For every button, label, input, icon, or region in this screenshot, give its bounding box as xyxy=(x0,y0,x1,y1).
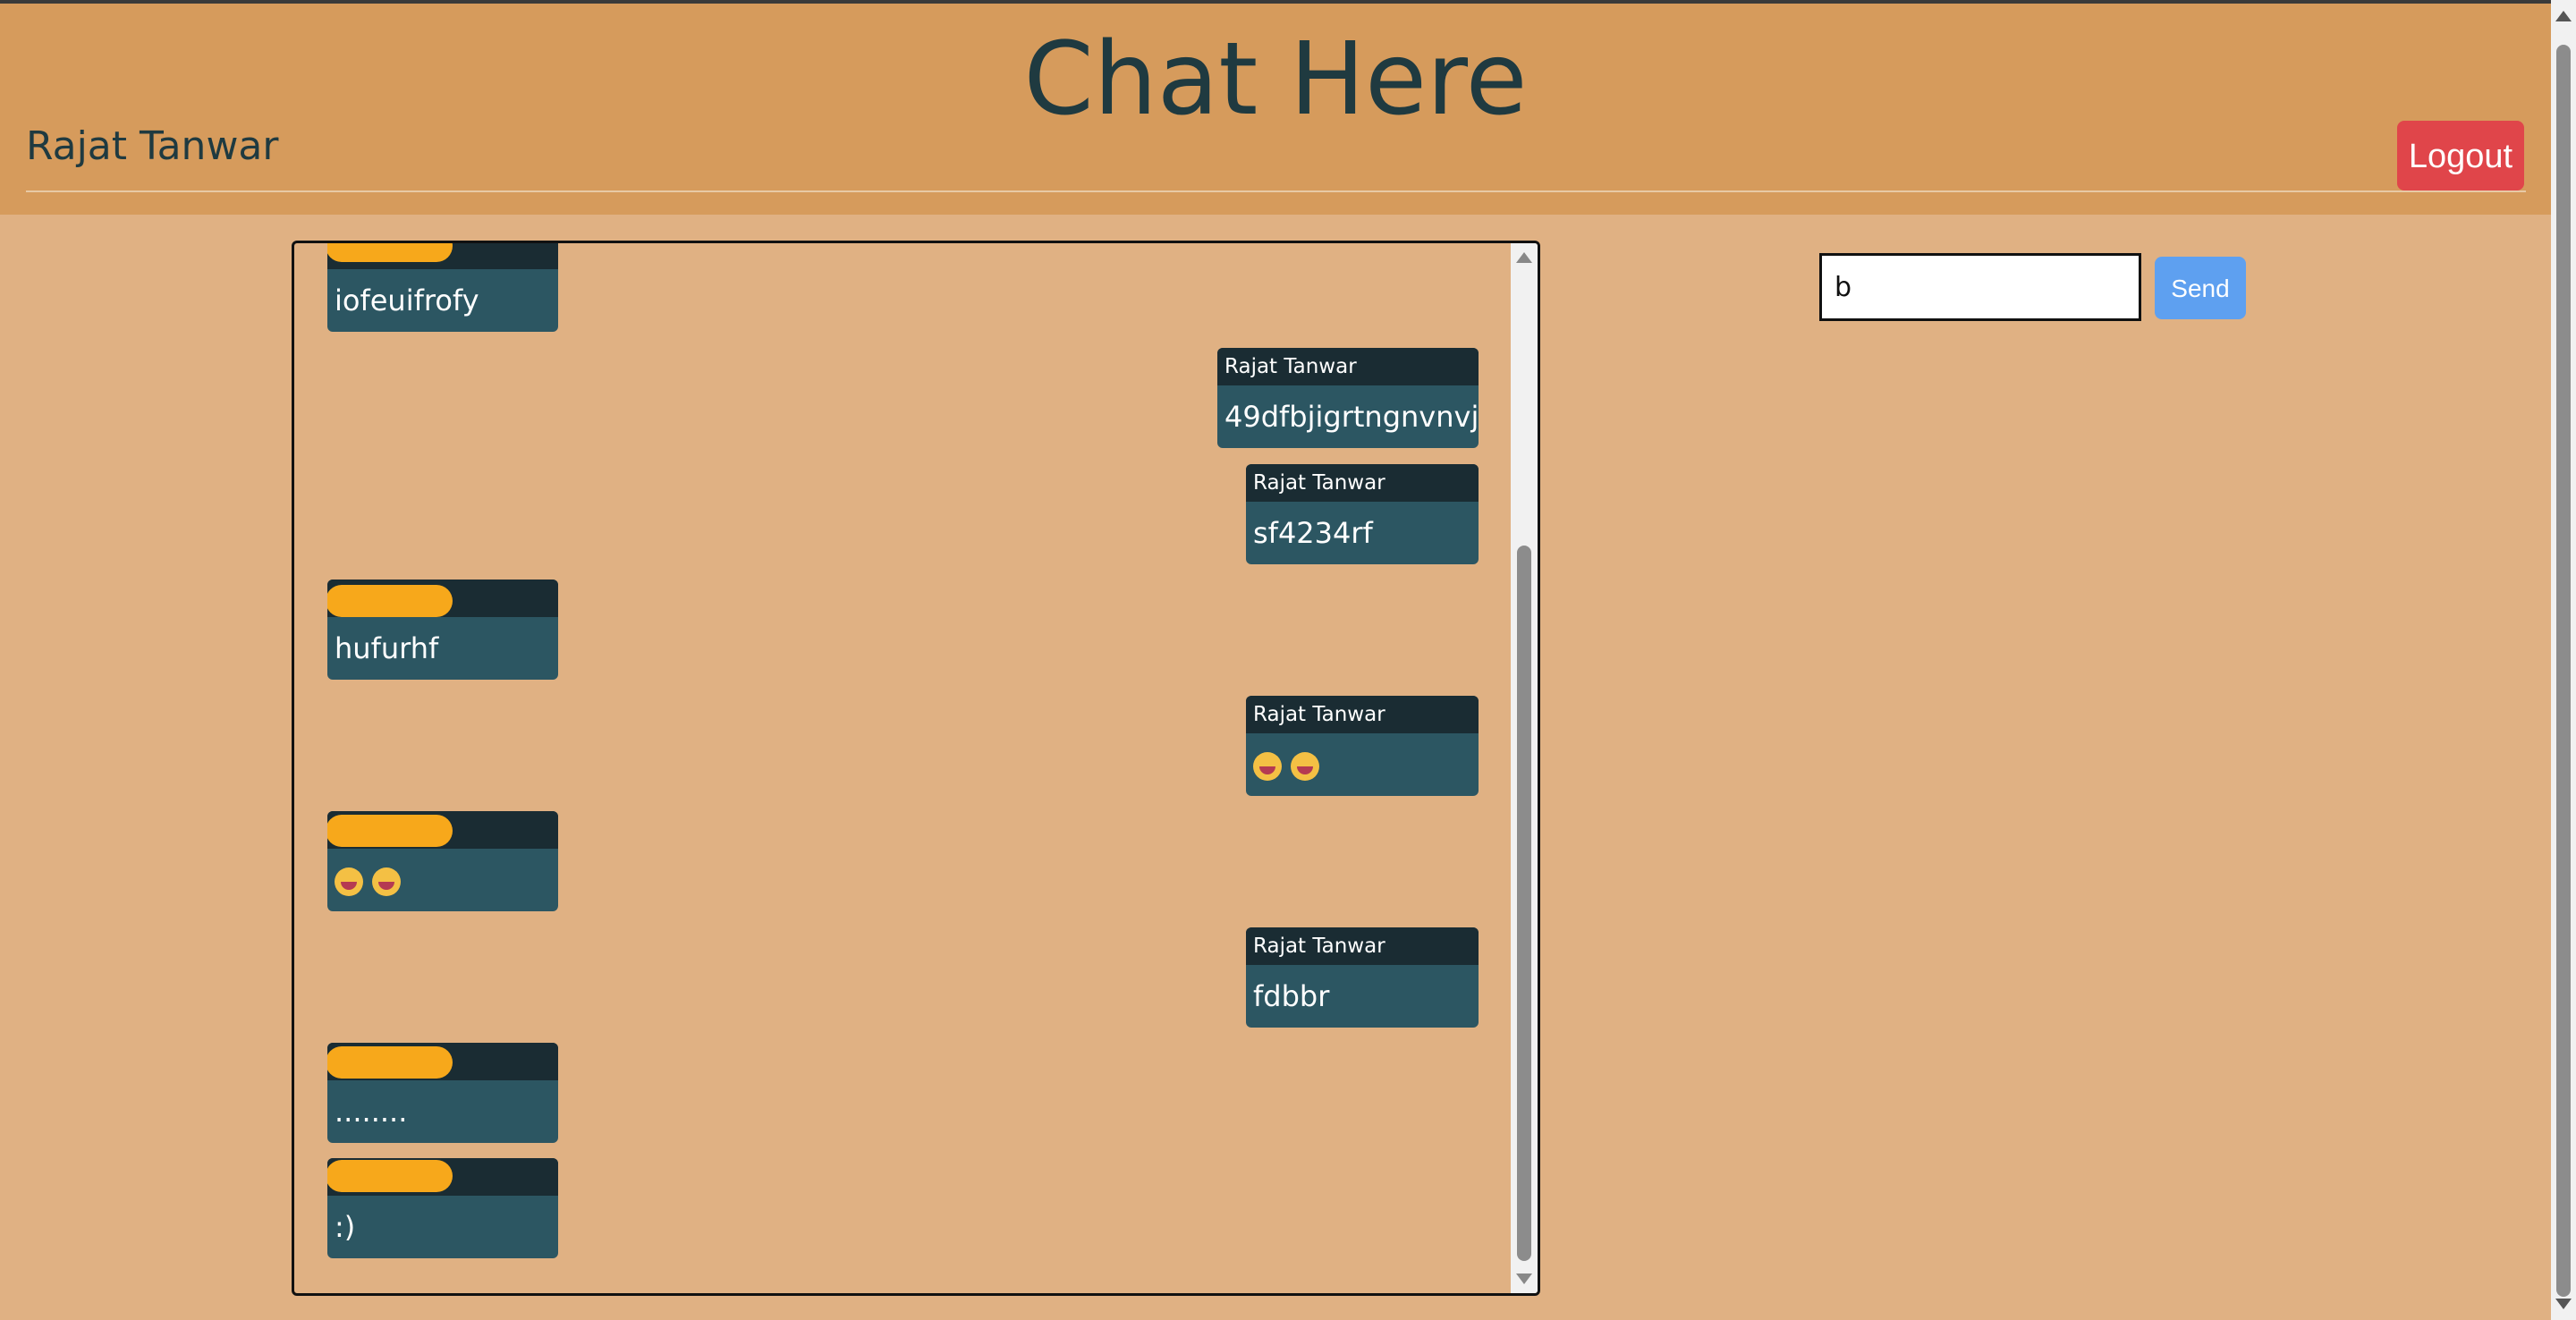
message-received: :) xyxy=(327,1158,558,1258)
message-sender: Rajat Tanwar xyxy=(1246,464,1479,502)
header: Chat Here Rajat Tanwar Logout xyxy=(0,0,2551,215)
send-button[interactable]: Send xyxy=(2155,257,2246,319)
laughing-emoji-icon xyxy=(1253,752,1282,781)
page-scroll-thumb[interactable] xyxy=(2556,45,2571,1297)
message-sent: Rajat Tanwar 49dfbjigrtngnvnvjr- xyxy=(1217,348,1479,448)
chat-page: Chat Here Rajat Tanwar Logout iofeuifrof… xyxy=(0,0,2576,1320)
message-received: ........ xyxy=(327,1043,558,1143)
message-sent: Rajat Tanwar sf4234rf xyxy=(1246,464,1479,564)
message-received xyxy=(327,811,558,911)
scroll-down-icon[interactable] xyxy=(1516,1273,1532,1284)
page-scrollbar[interactable] xyxy=(2551,0,2576,1320)
heart-eyes-emoji-icon xyxy=(372,867,401,896)
message-sent: Rajat Tanwar xyxy=(1246,696,1479,796)
message-sender: Rajat Tanwar xyxy=(1246,696,1479,733)
message-sent: Rajat Tanwar fdbbr xyxy=(1246,927,1479,1028)
message-sender: Rajat Tanwar xyxy=(1246,927,1479,965)
message-sender xyxy=(327,243,558,269)
logout-button[interactable]: Logout xyxy=(2397,121,2524,190)
chat-messages-panel[interactable]: iofeuifrofy Rajat Tanwar 49dfbjigrtngnvn… xyxy=(292,241,1540,1296)
laughing-emoji-icon xyxy=(1291,752,1319,781)
page-scroll-up-icon[interactable] xyxy=(2555,11,2572,21)
redaction-mark xyxy=(327,585,453,617)
chat-scrollbar[interactable] xyxy=(1511,243,1538,1293)
current-username: Rajat Tanwar xyxy=(26,123,279,169)
message-text: :) xyxy=(335,1210,356,1244)
chat-scroll-thumb[interactable] xyxy=(1517,546,1531,1261)
message-sender xyxy=(327,580,558,617)
message-text: 49dfbjigrtngnvnvjr- xyxy=(1224,400,1479,434)
message-text: iofeuifrofy xyxy=(335,283,479,317)
page-title: Chat Here xyxy=(1023,21,1528,138)
message-text: hufurhf xyxy=(335,631,439,665)
page-scroll-down-icon[interactable] xyxy=(2555,1299,2572,1309)
message-received: hufurhf xyxy=(327,580,558,680)
heart-eyes-emoji-icon xyxy=(335,867,363,896)
message-text xyxy=(1246,733,1479,796)
redaction-mark xyxy=(327,1046,453,1079)
scroll-up-icon[interactable] xyxy=(1516,252,1532,263)
redaction-mark xyxy=(327,1160,453,1192)
message-text xyxy=(327,849,558,911)
header-divider xyxy=(26,190,2526,192)
redaction-mark xyxy=(327,243,453,262)
redaction-mark xyxy=(327,815,453,847)
message-sender: Rajat Tanwar xyxy=(1217,348,1479,385)
message-sender xyxy=(327,811,558,849)
message-input[interactable] xyxy=(1819,253,2141,321)
message-sender xyxy=(327,1043,558,1080)
message-text: ........ xyxy=(335,1095,408,1129)
message-text: sf4234rf xyxy=(1253,516,1373,550)
message-received: iofeuifrofy xyxy=(327,243,558,332)
message-sender xyxy=(327,1158,558,1196)
message-text: fdbbr xyxy=(1253,979,1330,1013)
